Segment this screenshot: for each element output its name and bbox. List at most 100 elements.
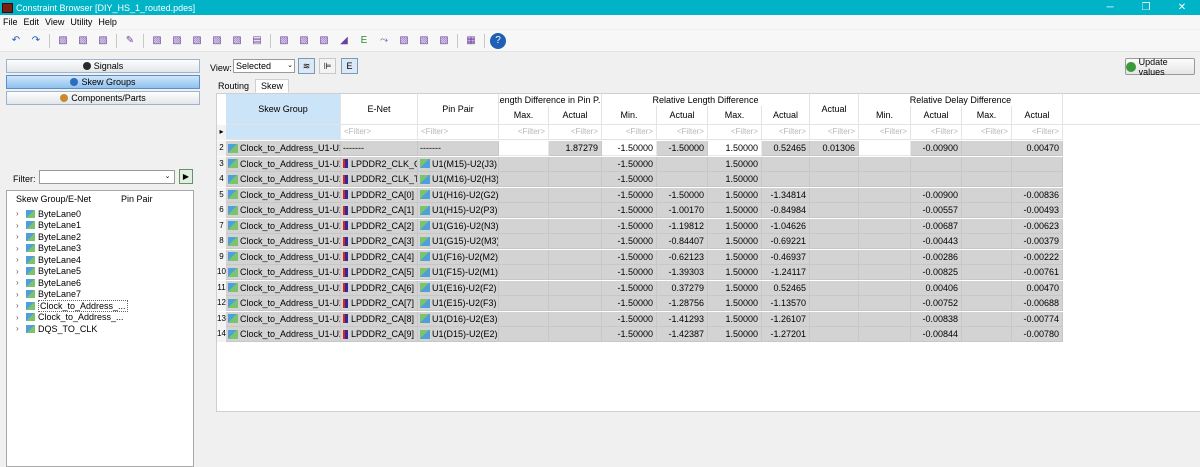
column-filter-input[interactable]: <Filter> (657, 125, 708, 140)
value-cell[interactable] (762, 156, 810, 172)
value-cell[interactable] (962, 311, 1012, 327)
value-cell[interactable]: -0.00443 (911, 234, 962, 249)
tree-item[interactable]: › DQS_TO_CLK (16, 323, 97, 334)
value-cell[interactable] (499, 234, 549, 249)
value-cell[interactable] (810, 203, 859, 218)
skew-group-cell[interactable]: Clock_to_Address_U1-U2 (226, 249, 341, 265)
value-cell[interactable] (962, 296, 1012, 311)
value-cell[interactable] (657, 156, 708, 172)
pin-pair-cell[interactable]: U1(G15)-U2(M3) (418, 234, 499, 249)
value-cell[interactable]: -0.46937 (762, 249, 810, 265)
tree-item[interactable]: › ByteLane7 (16, 289, 81, 300)
column-header[interactable]: Min. (602, 106, 657, 125)
value-cell[interactable] (499, 172, 549, 187)
column-filter-input[interactable]: <Filter> (226, 125, 341, 140)
value-cell[interactable]: -0.00900 (911, 141, 962, 156)
net-add-button[interactable]: ▧ (75, 33, 91, 49)
value-cell[interactable]: -1.27201 (762, 327, 810, 342)
value-cell[interactable]: -0.00780 (1012, 327, 1063, 342)
value-cell[interactable]: 1.50000 (708, 265, 762, 280)
value-cell[interactable]: -1.50000 (602, 234, 657, 249)
view-option-a-button[interactable]: ≋ (298, 58, 315, 74)
value-cell[interactable] (810, 249, 859, 265)
value-cell[interactable]: 1.87279 (549, 141, 602, 156)
value-cell[interactable] (859, 327, 911, 342)
tree-item[interactable]: › Clock_to_Address_... (16, 299, 128, 312)
column-filter-input[interactable]: <Filter> (810, 125, 859, 140)
tree-item[interactable]: › ByteLane2 (16, 231, 81, 242)
chart-c-button[interactable]: ▧ (189, 33, 205, 49)
value-cell[interactable] (499, 265, 549, 280)
value-cell[interactable] (962, 327, 1012, 342)
value-cell[interactable]: -0.00557 (911, 203, 962, 218)
e-net-cell[interactable]: LPDDR2_CA[3] (341, 234, 418, 249)
e-net-cell[interactable]: LPDDR2_CLK_C (341, 156, 418, 172)
column-header[interactable]: E-Net (341, 94, 418, 125)
value-cell[interactable]: -1.50000 (602, 156, 657, 172)
close-button[interactable]: ✕ (1164, 0, 1200, 15)
value-cell[interactable] (962, 203, 1012, 218)
expand-icon[interactable]: › (16, 244, 26, 253)
value-cell[interactable] (859, 141, 911, 156)
value-cell[interactable]: -1.41293 (657, 311, 708, 327)
value-cell[interactable]: -1.34814 (762, 187, 810, 203)
value-cell[interactable]: 0.00406 (911, 280, 962, 296)
value-cell[interactable] (962, 172, 1012, 187)
chart-d-button[interactable]: ▧ (209, 33, 225, 49)
column-header[interactable]: Actual (911, 106, 962, 125)
value-cell[interactable] (499, 311, 549, 327)
value-cell[interactable] (499, 218, 549, 234)
value-cell[interactable]: -0.00687 (911, 218, 962, 234)
help-button[interactable]: ? (490, 32, 506, 49)
nav-skew-groups[interactable]: Skew Groups (6, 75, 200, 89)
skew-group-cell[interactable]: Clock_to_Address_U1-U2 (226, 296, 341, 311)
e-net-cell[interactable]: LPDDR2_CA[5] (341, 265, 418, 280)
net-remove-button[interactable]: ▧ (95, 33, 111, 49)
chart-b-button[interactable]: ▧ (169, 33, 185, 49)
graph-button[interactable]: ◢ (336, 33, 352, 49)
pin-pair-cell[interactable]: U1(M16)-U2(H3) (418, 172, 499, 187)
column-header[interactable]: Max. (499, 106, 549, 125)
pin-pair-cell[interactable]: U1(E15)-U2(F3) (418, 296, 499, 311)
value-cell[interactable]: -1.50000 (602, 311, 657, 327)
value-cell[interactable] (810, 218, 859, 234)
value-cell[interactable]: -0.00286 (911, 249, 962, 265)
value-cell[interactable] (810, 327, 859, 342)
value-cell[interactable]: -0.00623 (1012, 218, 1063, 234)
value-cell[interactable]: -0.00836 (1012, 187, 1063, 203)
value-cell[interactable] (810, 296, 859, 311)
pin-pair-cell[interactable]: U1(M15)-U2(J3) (418, 156, 499, 172)
expand-icon[interactable]: › (16, 232, 26, 241)
expand-icon[interactable]: › (16, 221, 26, 230)
value-cell[interactable] (810, 172, 859, 187)
value-cell[interactable]: -1.50000 (657, 141, 708, 156)
column-filter-input[interactable]: <Filter> (962, 125, 1012, 140)
value-cell[interactable]: -1.24117 (762, 265, 810, 280)
value-cell[interactable]: -0.69221 (762, 234, 810, 249)
value-cell[interactable]: -0.84407 (657, 234, 708, 249)
value-cell[interactable] (499, 203, 549, 218)
value-cell[interactable] (499, 280, 549, 296)
value-cell[interactable] (657, 172, 708, 187)
value-cell[interactable]: -1.26107 (762, 311, 810, 327)
column-header[interactable]: Actual (657, 106, 708, 125)
value-cell[interactable] (810, 234, 859, 249)
value-cell[interactable]: -0.00379 (1012, 234, 1063, 249)
value-cell[interactable] (962, 141, 1012, 156)
column-header[interactable]: Actual (810, 94, 859, 125)
value-cell[interactable]: -1.50000 (602, 218, 657, 234)
net-button[interactable]: ▧ (55, 33, 71, 49)
value-cell[interactable] (859, 311, 911, 327)
value-cell[interactable]: 1.50000 (708, 234, 762, 249)
value-cell[interactable]: -1.50000 (602, 296, 657, 311)
value-cell[interactable]: -0.00838 (911, 311, 962, 327)
e-net-cell[interactable]: LPDDR2_CA[7] (341, 296, 418, 311)
value-cell[interactable]: 1.50000 (708, 218, 762, 234)
column-filter-input[interactable]: <Filter> (549, 125, 602, 140)
value-cell[interactable]: -0.00900 (911, 187, 962, 203)
value-cell[interactable] (859, 172, 911, 187)
value-cell[interactable]: -0.00761 (1012, 265, 1063, 280)
e-net-cell[interactable]: LPDDR2_CA[4] (341, 249, 418, 265)
value-cell[interactable]: 1.50000 (708, 311, 762, 327)
e-net-cell[interactable]: ------- (341, 141, 418, 156)
